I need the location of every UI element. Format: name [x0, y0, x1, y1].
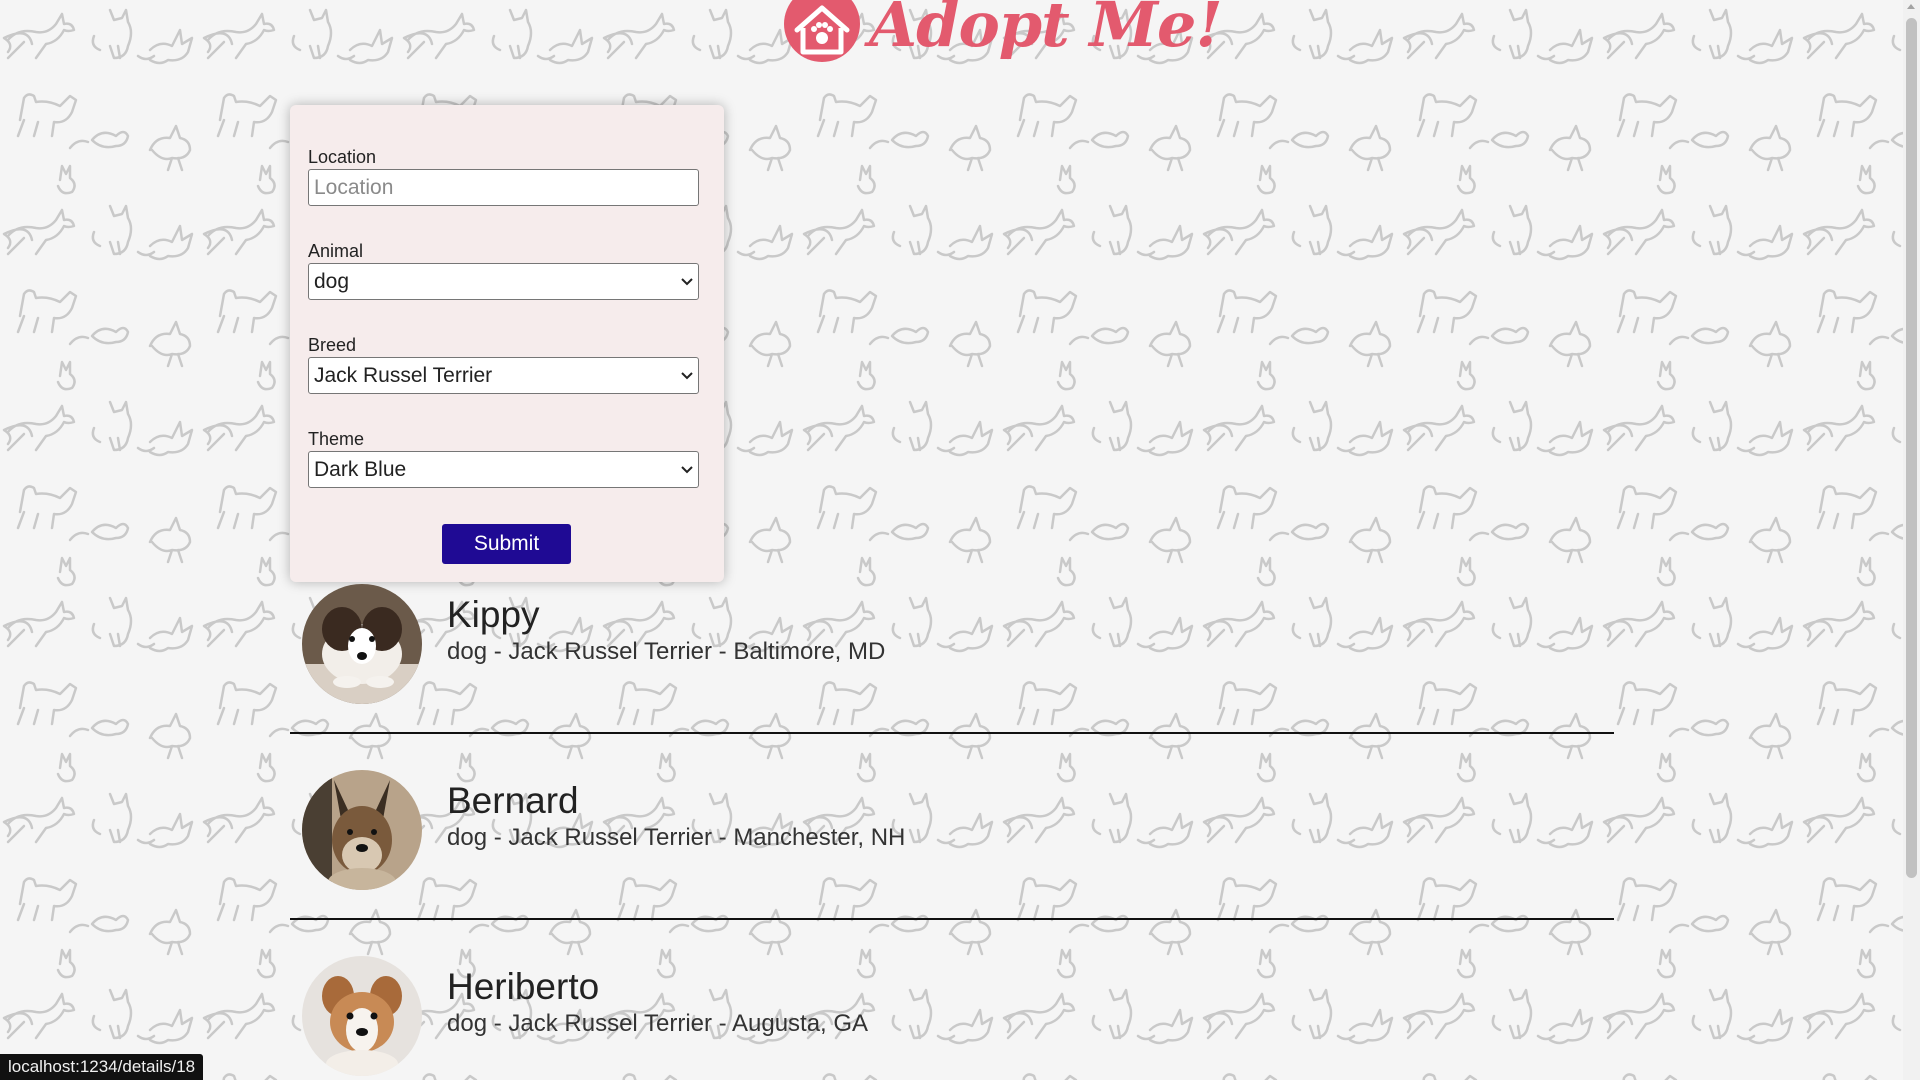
search-form: Location Animal dog Breed Jack Russel Te… [290, 105, 724, 582]
pet-photo [302, 770, 422, 890]
pet-photo [302, 584, 422, 704]
submit-button[interactable]: Submit [442, 524, 571, 564]
chevron-down-icon [681, 277, 693, 285]
pet-name: Heriberto [447, 966, 600, 1007]
theme-label: Theme [308, 429, 365, 449]
animal-selected-value: dog [314, 269, 350, 293]
house-paw-icon [784, 0, 860, 62]
pet-info: dog - Jack Russel Terrier - Baltimore, M… [447, 638, 886, 665]
chevron-down-icon [681, 465, 693, 473]
pet-photo [302, 956, 422, 1076]
site-title: Adopt Me! [869, 0, 1223, 61]
divider [290, 918, 1614, 920]
pet-info: dog - Jack Russel Terrier - Augusta, GA [447, 1010, 869, 1037]
animal-label: Animal [308, 241, 364, 261]
breed-selected-value: Jack Russel Terrier [314, 363, 493, 387]
theme-selected-value: Dark Blue [314, 457, 407, 481]
location-label: Location [308, 147, 377, 167]
chevron-down-icon [681, 371, 693, 379]
pet-card-bernard[interactable]: Bernard dog - Jack Russel Terrier - Manc… [290, 770, 1614, 920]
vertical-scrollbar[interactable] [1903, 0, 1920, 1080]
animal-select[interactable]: dog [308, 263, 699, 300]
pet-card-heriberto[interactable]: Heriberto dog - Jack Russel Terrier - Au… [290, 956, 1614, 1080]
browser-status-url: localhost:1234/details/18 [0, 1054, 204, 1080]
pet-name: Bernard [447, 780, 579, 821]
scroll-up-arrow-icon[interactable] [1907, 4, 1915, 9]
pet-name: Kippy [447, 594, 540, 635]
breed-label: Breed [308, 335, 357, 355]
theme-select[interactable]: Dark Blue [308, 451, 699, 488]
location-input[interactable] [308, 169, 699, 206]
breed-select[interactable]: Jack Russel Terrier [308, 357, 699, 394]
site-logo[interactable]: Adopt Me! [783, 0, 1223, 80]
scrollbar-thumb[interactable] [1906, 18, 1917, 878]
pet-card-kippy[interactable]: Kippy dog - Jack Russel Terrier - Baltim… [290, 584, 1614, 734]
divider [290, 732, 1614, 734]
pet-info: dog - Jack Russel Terrier - Manchester, … [447, 824, 906, 851]
